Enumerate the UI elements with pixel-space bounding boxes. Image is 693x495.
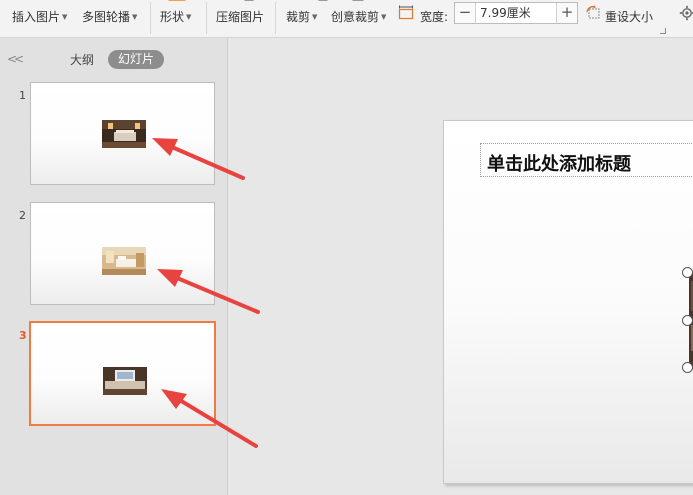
slide-thumbnail-2[interactable] (30, 202, 215, 305)
shape-label: 形状 (160, 10, 185, 24)
room-photo-thumbnail (103, 367, 147, 395)
chevron-down-icon: ▼ (381, 13, 387, 21)
chevron-down-icon: ▼ (62, 13, 68, 21)
room-photo-thumbnail (102, 120, 146, 148)
creative-crop-label: 创意裁剪 (331, 10, 380, 24)
partial-icon (244, 0, 254, 2)
multi-carousel-button[interactable]: 多图轮播 ▼ (82, 8, 137, 26)
insert-picture-label: 插入图片 (12, 10, 61, 24)
chevron-down-icon: ▼ (132, 13, 138, 21)
width-increase-button[interactable]: + (556, 3, 577, 23)
ribbon-toolbar: 插入图片 ▼ 多图轮播 ▼ 形状 ▼ 压缩图片 裁剪 ▼ 创意裁剪 ▼ 宽度: − 7.9… (0, 0, 693, 38)
partial-icon (168, 0, 186, 2)
dialog-launcher-icon[interactable] (660, 28, 666, 34)
slide-thumbnail-3[interactable] (29, 321, 216, 426)
width-icon (398, 5, 414, 20)
width-stepper[interactable]: − 7.99厘米 + (454, 2, 578, 24)
reset-size-icon (586, 5, 600, 19)
slide-number: 2 (19, 209, 26, 222)
gear-icon[interactable] (679, 5, 693, 21)
title-placeholder-text: 单击此处添加标题 (487, 154, 631, 175)
crop-button[interactable]: 裁剪 ▼ (286, 8, 317, 26)
width-input[interactable]: 7.99厘米 (477, 5, 556, 22)
slide-canvas[interactable]: 单击此处添加标题 (443, 120, 693, 484)
toolbar-divider (150, 2, 151, 34)
reset-size-button[interactable]: 重设大小 (605, 8, 653, 26)
width-label: 宽度: (420, 10, 449, 24)
slide-number: 3 (19, 329, 27, 342)
chevron-down-icon: ▼ (312, 13, 318, 21)
compress-picture-button[interactable]: 压缩图片 (216, 8, 264, 26)
shape-button[interactable]: 形状 ▼ (160, 8, 191, 26)
compress-picture-label: 压缩图片 (216, 10, 265, 24)
reset-size-label: 重设大小 (605, 10, 654, 24)
creative-crop-button[interactable]: 创意裁剪 ▼ (331, 8, 386, 26)
tab-outline[interactable]: 大纲 (70, 51, 94, 68)
resize-handle[interactable] (682, 362, 693, 373)
resize-handle[interactable] (682, 267, 693, 278)
insert-picture-button[interactable]: 插入图片 ▼ (12, 8, 67, 26)
partial-icon (352, 0, 364, 2)
toolbar-divider (275, 2, 276, 34)
crop-label: 裁剪 (286, 10, 311, 24)
width-decrease-button[interactable]: − (455, 3, 476, 23)
multi-carousel-label: 多图轮播 (82, 10, 131, 24)
collapse-icon[interactable]: << (7, 52, 24, 66)
chevron-down-icon: ▼ (186, 13, 192, 21)
partial-icon (318, 0, 328, 2)
resize-handle[interactable] (682, 315, 693, 326)
slide-thumbnail-1[interactable] (30, 82, 215, 185)
toolbar-divider (206, 2, 207, 34)
title-placeholder[interactable]: 单击此处添加标题 (480, 143, 693, 177)
room-photo-thumbnail (102, 247, 146, 275)
slide-number: 1 (19, 89, 26, 102)
tab-slides[interactable]: 幻灯片 (108, 50, 164, 69)
